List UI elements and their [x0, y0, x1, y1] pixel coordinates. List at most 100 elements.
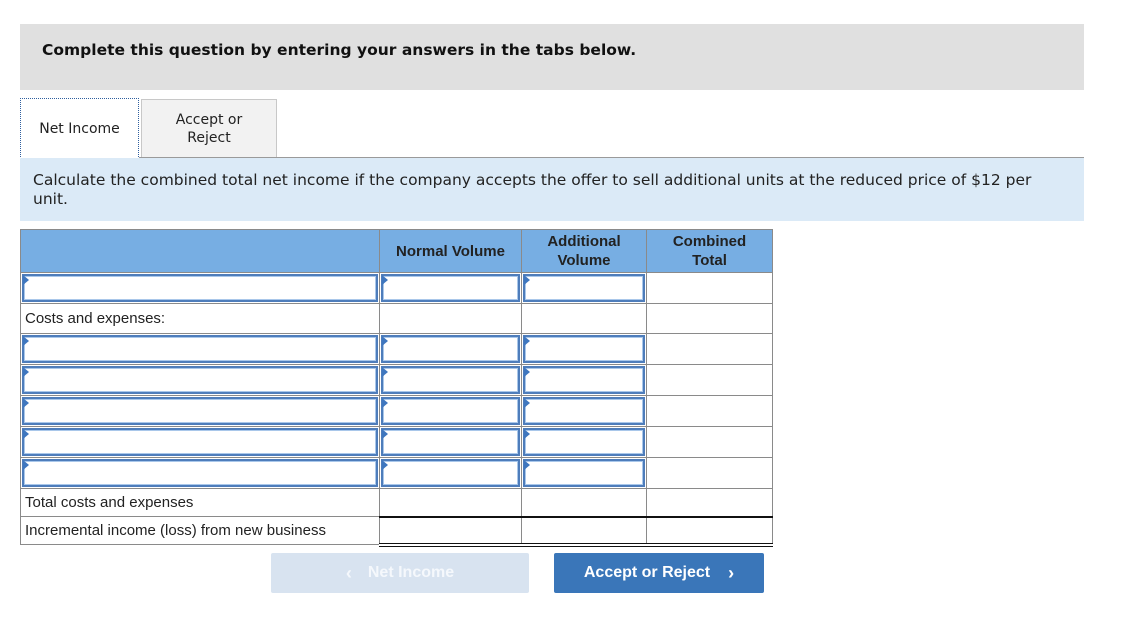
input-row: [20, 333, 773, 365]
normal-input[interactable]: [381, 274, 520, 302]
incremental-income-row: Incremental income (loss) from new busin…: [20, 516, 773, 547]
row-label: Total costs and expenses: [20, 488, 380, 517]
instruction-bar: Complete this question by entering your …: [20, 24, 1084, 90]
empty-cell: [521, 303, 647, 334]
combined-total-cell: [646, 457, 773, 489]
additional-input[interactable]: [523, 397, 645, 425]
tab-label: Net Income: [39, 120, 120, 137]
label-dropdown[interactable]: [22, 274, 378, 302]
normal-cell: [379, 426, 522, 458]
dropdown-marker-icon: [23, 429, 29, 439]
section-label: Costs and expenses:: [20, 303, 380, 334]
label-cell: [20, 272, 380, 304]
dropdown-marker-icon: [23, 398, 29, 408]
tab-net-income[interactable]: Net Income: [20, 98, 139, 159]
input-row: [20, 457, 773, 489]
header-label: [20, 229, 380, 273]
normal-input[interactable]: [381, 366, 520, 394]
dropdown-marker-icon: [524, 460, 530, 470]
normal-input[interactable]: [381, 459, 520, 487]
additional-input[interactable]: [523, 459, 645, 487]
label-dropdown[interactable]: [22, 397, 378, 425]
input-row: [20, 426, 773, 458]
additional-cell: [521, 395, 647, 427]
label-cell: [20, 426, 380, 458]
empty-cell: [646, 303, 773, 334]
input-row: [20, 272, 773, 304]
combined-total-cell: [646, 333, 773, 365]
label-cell: [20, 395, 380, 427]
dropdown-marker-icon: [524, 367, 530, 377]
input-row: [20, 364, 773, 396]
normal-value-cell: [379, 488, 522, 518]
additional-cell: [521, 364, 647, 396]
label-dropdown[interactable]: [22, 366, 378, 394]
dropdown-marker-icon: [23, 367, 29, 377]
dropdown-marker-icon: [382, 336, 388, 346]
empty-cell: [379, 303, 522, 334]
additional-input[interactable]: [523, 428, 645, 456]
dropdown-marker-icon: [382, 460, 388, 470]
normal-cell: [379, 272, 522, 304]
normal-input[interactable]: [381, 335, 520, 363]
additional-cell: [521, 333, 647, 365]
combined-total-cell: [646, 272, 773, 304]
combined-total-cell: [646, 395, 773, 427]
dropdown-marker-icon: [23, 275, 29, 285]
dropdown-marker-icon: [23, 336, 29, 346]
normal-cell: [379, 364, 522, 396]
header-normal-volume: Normal Volume: [379, 229, 522, 273]
combined-total-cell: [646, 426, 773, 458]
prompt-text: Calculate the combined total net income …: [33, 171, 1032, 208]
label-dropdown[interactable]: [22, 428, 378, 456]
dropdown-marker-icon: [382, 275, 388, 285]
label-dropdown[interactable]: [22, 459, 378, 487]
combined-value-cell: [646, 516, 773, 547]
combined-total-cell: [646, 364, 773, 396]
input-row: [20, 395, 773, 427]
additional-value-cell: [521, 488, 647, 518]
normal-input[interactable]: [381, 397, 520, 425]
additional-cell: [521, 457, 647, 489]
dropdown-marker-icon: [23, 460, 29, 470]
section-label-row: Costs and expenses:: [20, 303, 773, 334]
prev-button[interactable]: ‹ Net Income: [271, 553, 529, 593]
question-prompt: Calculate the combined total net income …: [20, 158, 1084, 221]
row-label: Incremental income (loss) from new busin…: [20, 516, 380, 545]
chevron-left-icon: ‹: [345, 562, 352, 583]
normal-cell: [379, 395, 522, 427]
additional-value-cell: [521, 516, 647, 547]
dropdown-marker-icon: [382, 429, 388, 439]
dropdown-marker-icon: [524, 398, 530, 408]
additional-input[interactable]: [523, 274, 645, 302]
next-button-label: Accept or Reject: [583, 564, 711, 581]
worksheet-table: Normal Volume Additional Volume Combined…: [20, 229, 773, 547]
normal-cell: [379, 457, 522, 489]
label-cell: [20, 333, 380, 365]
prev-button-label: Net Income: [367, 564, 455, 581]
dropdown-marker-icon: [524, 336, 530, 346]
normal-cell: [379, 333, 522, 365]
additional-cell: [521, 426, 647, 458]
header-combined-total: Combined Total: [646, 229, 773, 273]
additional-cell: [521, 272, 647, 304]
combined-value-cell: [646, 488, 773, 518]
additional-input[interactable]: [523, 366, 645, 394]
additional-input[interactable]: [523, 335, 645, 363]
dropdown-marker-icon: [524, 429, 530, 439]
instruction-text: Complete this question by entering your …: [42, 41, 637, 59]
normal-input[interactable]: [381, 428, 520, 456]
header-row: Normal Volume Additional Volume Combined…: [20, 229, 773, 273]
dropdown-marker-icon: [382, 367, 388, 377]
label-cell: [20, 457, 380, 489]
tab-label: Accept or Reject: [175, 112, 243, 146]
tab-accept-or-reject[interactable]: Accept or Reject: [141, 99, 277, 158]
label-dropdown[interactable]: [22, 335, 378, 363]
chevron-right-icon: ›: [728, 562, 735, 583]
total-costs-row: Total costs and expenses: [20, 488, 773, 518]
next-button[interactable]: Accept or Reject ›: [554, 553, 764, 593]
dropdown-marker-icon: [382, 398, 388, 408]
dropdown-marker-icon: [524, 275, 530, 285]
label-cell: [20, 364, 380, 396]
header-additional-volume: Additional Volume: [521, 229, 647, 273]
